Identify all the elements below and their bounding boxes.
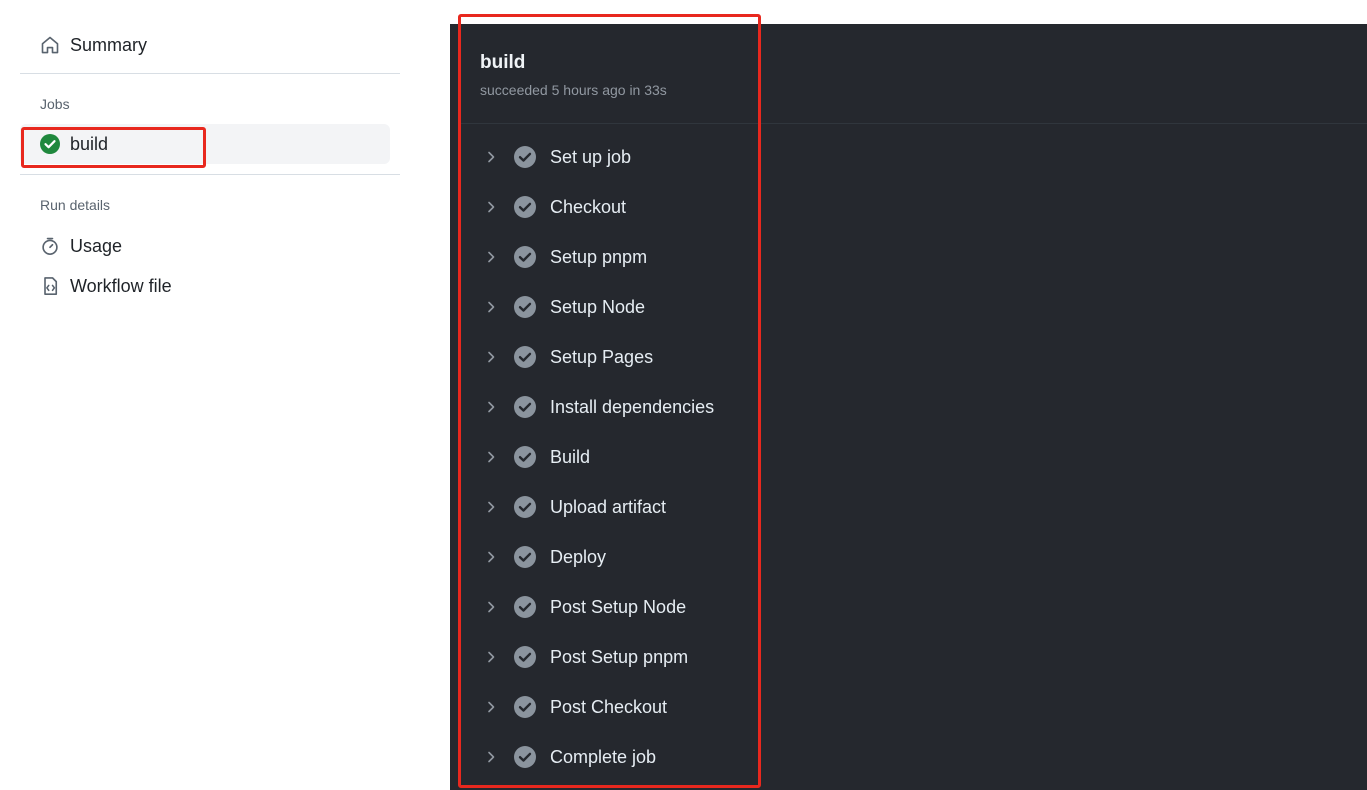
step-label: Build	[550, 446, 591, 467]
usage-link[interactable]: Usage	[20, 226, 390, 266]
chevron-right-icon[interactable]	[480, 546, 502, 568]
step-row[interactable]: Upload artifact	[480, 487, 980, 527]
step-row[interactable]: Setup Pages	[480, 337, 980, 377]
step-row[interactable]: Setup pnpm	[480, 237, 980, 277]
summary-label: Summary	[70, 34, 148, 55]
chevron-right-icon[interactable]	[480, 696, 502, 718]
check-circle-icon	[514, 546, 536, 568]
chevron-right-icon[interactable]	[480, 146, 502, 168]
step-row[interactable]: Set up job	[480, 137, 980, 177]
step-row[interactable]: Setup Node	[480, 287, 980, 327]
step-label: Post Checkout	[550, 696, 668, 717]
panel-title: build	[480, 52, 526, 73]
check-circle-icon	[514, 446, 536, 468]
step-label: Setup Node	[550, 296, 646, 317]
home-icon	[40, 35, 60, 55]
step-label: Setup pnpm	[550, 246, 648, 267]
run-details-heading: Run details	[40, 197, 111, 213]
chevron-right-icon[interactable]	[480, 346, 502, 368]
jobs-heading: Jobs	[40, 96, 70, 112]
check-circle-icon	[514, 496, 536, 518]
step-label: Upload artifact	[550, 496, 667, 517]
summary-link[interactable]: Summary	[20, 25, 390, 65]
chevron-right-icon[interactable]	[480, 246, 502, 268]
divider	[20, 174, 400, 175]
check-circle-icon	[514, 396, 536, 418]
usage-label: Usage	[70, 235, 123, 256]
step-label: Deploy	[550, 546, 607, 567]
chevron-right-icon[interactable]	[480, 396, 502, 418]
divider	[20, 73, 400, 74]
check-circle-icon	[514, 696, 536, 718]
step-label: Post Setup Node	[550, 596, 687, 617]
step-row[interactable]: Post Setup Node	[480, 587, 980, 627]
step-row[interactable]: Post Setup pnpm	[480, 637, 980, 677]
check-circle-icon	[514, 246, 536, 268]
sidebar: Summary Jobs build Run details Usage Wor…	[0, 0, 420, 790]
step-label: Install dependencies	[550, 396, 715, 417]
check-circle-icon	[514, 196, 536, 218]
step-row[interactable]: Install dependencies	[480, 387, 980, 427]
check-circle-icon	[514, 296, 536, 318]
check-circle-icon	[40, 134, 60, 154]
job-item-build[interactable]: build	[20, 124, 390, 164]
chevron-right-icon[interactable]	[480, 496, 502, 518]
check-circle-icon	[514, 146, 536, 168]
divider	[460, 123, 1367, 124]
check-circle-icon	[514, 746, 536, 768]
check-circle-icon	[514, 646, 536, 668]
step-row[interactable]: Complete job	[480, 737, 980, 777]
panel-subtitle: succeeded 5 hours ago in 33s	[480, 82, 667, 98]
chevron-right-icon[interactable]	[480, 296, 502, 318]
step-row[interactable]: Build	[480, 437, 980, 477]
workflow-file-label: Workflow file	[70, 275, 172, 296]
step-label: Post Setup pnpm	[550, 646, 689, 667]
chevron-right-icon[interactable]	[480, 596, 502, 618]
step-label: Set up job	[550, 146, 632, 167]
panel-header: build succeeded 5 hours ago in 33s	[480, 52, 667, 98]
file-code-icon	[40, 276, 60, 296]
step-row[interactable]: Checkout	[480, 187, 980, 227]
step-row[interactable]: Post Checkout	[480, 687, 980, 727]
chevron-right-icon[interactable]	[480, 746, 502, 768]
step-label: Complete job	[550, 746, 657, 767]
workflow-file-link[interactable]: Workflow file	[20, 266, 390, 306]
chevron-right-icon[interactable]	[480, 646, 502, 668]
chevron-right-icon[interactable]	[480, 446, 502, 468]
chevron-right-icon[interactable]	[480, 196, 502, 218]
stopwatch-icon	[40, 236, 60, 256]
step-label: Setup Pages	[550, 346, 654, 367]
check-circle-icon	[514, 346, 536, 368]
check-circle-icon	[514, 596, 536, 618]
job-name: build	[70, 133, 109, 154]
step-row[interactable]: Deploy	[480, 537, 980, 577]
step-label: Checkout	[550, 196, 627, 217]
job-log-panel: build succeeded 5 hours ago in 33s Set u…	[450, 24, 1367, 790]
